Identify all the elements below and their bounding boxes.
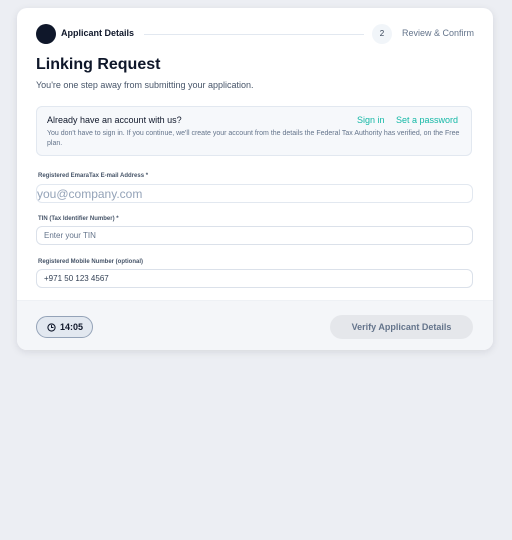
sign-in-link[interactable]: Sign in (357, 115, 385, 125)
mobile-input[interactable] (36, 269, 473, 288)
verify-applicant-button[interactable]: Verify Applicant Details (330, 315, 473, 339)
tin-label: TIN (Tax Identifier Number) * (38, 216, 119, 222)
session-timer: 14:05 (36, 316, 93, 338)
card-footer: 14:05 Verify Applicant Details (17, 300, 493, 350)
clock-icon (47, 323, 56, 332)
step-1-label: Applicant Details (61, 28, 135, 38)
info-title: Already have an account with us? (47, 115, 182, 125)
page-subtitle: You're one step away from submitting you… (36, 80, 254, 90)
stepper: Applicant Details 2 Review & Confirm (36, 24, 474, 44)
info-body: You don't have to sign in. If you contin… (47, 130, 460, 147)
set-password-link[interactable]: Set a password (396, 115, 458, 125)
step-1-indicator (36, 24, 56, 44)
step-2-indicator: 2 (372, 24, 392, 44)
mobile-label: Registered Mobile Number (optional) (38, 259, 144, 265)
account-info-box: Already have an account with us? Sign in… (36, 106, 472, 156)
email-label: Registered EmaraTax E-mail Address * (38, 173, 149, 179)
email-input[interactable] (36, 184, 473, 203)
timer-value: 14:05 (60, 322, 84, 332)
application-card: Applicant Details 2 Review & Confirm Lin… (17, 8, 493, 350)
step-2-label: Review & Confirm (401, 28, 474, 38)
stepper-connector (144, 34, 364, 35)
tin-input[interactable] (36, 226, 473, 245)
page-title: Linking Request (36, 56, 161, 73)
